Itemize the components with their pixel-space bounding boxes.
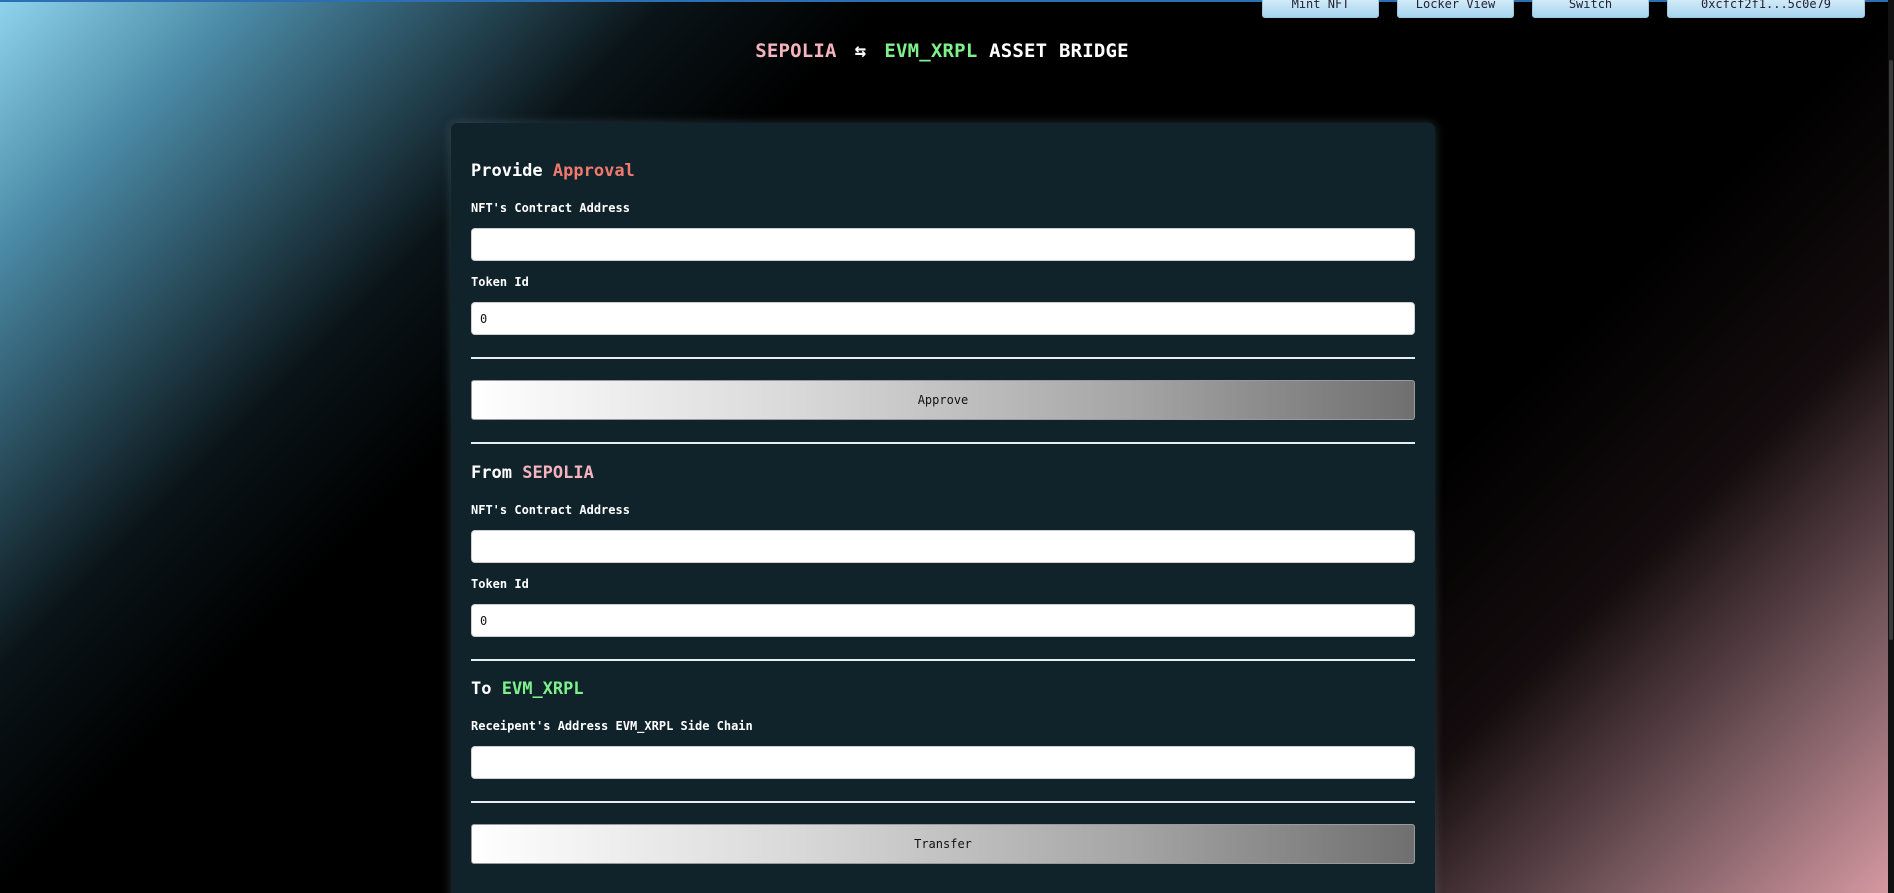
page-title: SEPOLIA ⇆ EVM_XRPL ASSET BRIDGE — [0, 40, 1884, 62]
from-contract-label: NFT's Contract Address — [471, 503, 630, 517]
approval-token-id-input[interactable] — [471, 302, 1415, 335]
approval-contract-address-input[interactable] — [471, 228, 1415, 261]
scrollbar-thumb[interactable] — [1889, 60, 1893, 640]
divider — [471, 442, 1415, 444]
approval-section-title: Provide Approval — [471, 161, 635, 181]
recipient-address-input[interactable] — [471, 746, 1415, 779]
approval-title-accent: Approval — [552, 161, 635, 181]
divider — [471, 357, 1415, 359]
recipient-address-label: Receipent's Address EVM_XRPL Side Chain — [471, 719, 753, 733]
title-suffix: ASSET BRIDGE — [989, 40, 1129, 62]
mint-nft-button[interactable]: Mint NFT — [1262, 0, 1379, 18]
locker-view-button[interactable]: Locker View — [1397, 0, 1514, 18]
from-token-id-input[interactable] — [471, 604, 1415, 637]
approval-token-label: Token Id — [471, 275, 529, 289]
title-dest-chain: EVM_XRPL — [884, 40, 978, 62]
from-section-title: From SEPOLIA — [471, 463, 594, 483]
to-title-prefix: To — [471, 679, 492, 699]
divider — [471, 659, 1415, 661]
bridge-card: Provide Approval NFT's Contract Address … — [451, 123, 1435, 893]
from-contract-address-input[interactable] — [471, 530, 1415, 563]
approve-button[interactable]: Approve — [471, 380, 1415, 420]
title-source-chain: SEPOLIA — [755, 40, 837, 62]
scrollbar[interactable] — [1888, 0, 1894, 893]
approval-contract-label: NFT's Contract Address — [471, 201, 630, 215]
wallet-address-button[interactable]: 0xcfcf2f1...5c0e79 — [1667, 0, 1865, 18]
to-section-title: To EVM_XRPL — [471, 679, 584, 699]
from-token-label: Token Id — [471, 577, 529, 591]
switch-network-button[interactable]: Switch — [1532, 0, 1649, 18]
approval-title-prefix: Provide — [471, 161, 543, 181]
from-title-accent: SEPOLIA — [522, 463, 594, 483]
top-nav: Mint NFT Locker View Switch 0xcfcf2f1...… — [1262, 0, 1865, 18]
transfer-button[interactable]: Transfer — [471, 824, 1415, 864]
to-title-accent: EVM_XRPL — [501, 679, 584, 699]
swap-icon: ⇆ — [854, 40, 867, 62]
divider — [471, 801, 1415, 803]
from-title-prefix: From — [471, 463, 512, 483]
